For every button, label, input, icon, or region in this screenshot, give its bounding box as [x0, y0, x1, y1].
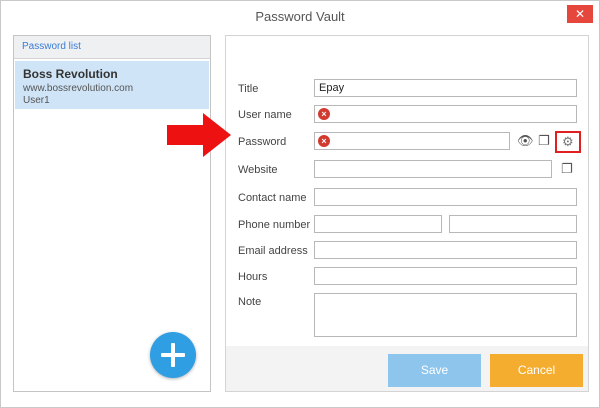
password-input[interactable]: ×	[314, 132, 510, 150]
error-icon: ×	[318, 108, 330, 120]
title-label: Title	[238, 83, 259, 95]
entry-website: www.bossrevolution.com	[23, 83, 134, 94]
password-list-header: Password list	[14, 36, 210, 59]
website-input[interactable]	[314, 160, 552, 178]
entry-name: Boss Revolution	[23, 67, 118, 81]
phone-number-input-2[interactable]	[449, 215, 577, 233]
hours-input[interactable]	[314, 267, 577, 285]
contact-name-label: Contact name	[238, 192, 307, 204]
arrow-icon	[167, 113, 231, 157]
username-input[interactable]: ×	[314, 105, 577, 123]
copy-icon[interactable]: ❐	[538, 133, 550, 149]
gear-icon: ⚙	[562, 134, 574, 149]
save-button[interactable]: Save	[388, 354, 481, 387]
contact-name-input[interactable]	[314, 188, 577, 206]
entry-detail-panel: Title Epay User name × Password × 👁 ❐ ⚙ …	[225, 35, 589, 392]
window-title: Password Vault	[255, 9, 345, 24]
phone-number-input[interactable]	[314, 215, 442, 233]
password-list-panel: Password list Boss Revolution www.bossre…	[13, 35, 211, 392]
note-input[interactable]	[314, 293, 577, 337]
username-label: User name	[238, 109, 292, 121]
list-item[interactable]: Boss Revolution www.bossrevolution.com U…	[15, 61, 209, 109]
password-generator-button[interactable]: ⚙	[555, 131, 581, 153]
add-entry-button[interactable]	[150, 332, 196, 378]
copy-icon[interactable]: ❐	[561, 161, 573, 177]
hours-label: Hours	[238, 271, 268, 283]
title-input[interactable]: Epay	[314, 79, 577, 97]
form-area: Title Epay User name × Password × 👁 ❐ ⚙ …	[226, 36, 588, 346]
error-icon: ×	[318, 135, 330, 147]
password-label: Password	[238, 136, 287, 148]
title-bar: Password Vault ✕	[1, 1, 599, 31]
phone-number-label: Phone number	[238, 219, 311, 231]
eye-icon[interactable]: 👁	[517, 133, 534, 149]
plus-icon-vertical	[171, 343, 175, 367]
website-label: Website	[238, 164, 278, 176]
note-label: Note	[238, 296, 262, 308]
cancel-button[interactable]: Cancel	[490, 354, 583, 387]
entry-user: User1	[23, 95, 50, 106]
email-address-label: Email address	[238, 245, 308, 257]
password-vault-window: Password Vault ✕ Password list Boss Revo…	[0, 0, 600, 408]
email-address-input[interactable]	[314, 241, 577, 259]
close-button[interactable]: ✕	[567, 5, 593, 23]
